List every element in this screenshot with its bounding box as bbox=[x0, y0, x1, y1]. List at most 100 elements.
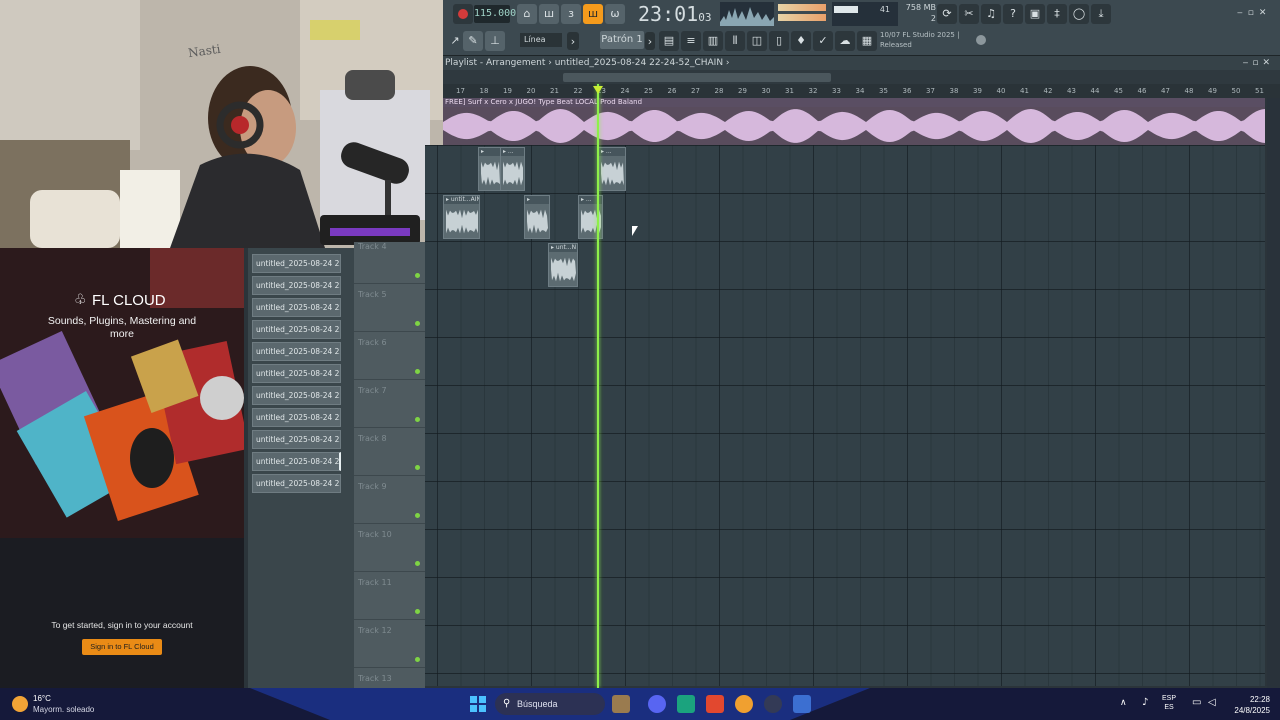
sign-in-button[interactable]: Sign in to FL Cloud bbox=[82, 639, 162, 655]
taskbar-search[interactable]: Búsqueda bbox=[495, 693, 605, 715]
browser-item[interactable]: untitled_2025-08-24 22-... bbox=[252, 430, 341, 449]
track-mute-led[interactable] bbox=[415, 273, 420, 278]
browser-item[interactable]: untitled_2025-08-24 22-... bbox=[252, 408, 341, 427]
playhead-marker-icon[interactable] bbox=[593, 86, 603, 94]
browser-item[interactable]: untitled_2025-08-24 22-... bbox=[252, 474, 341, 493]
fl-studio-icon[interactable] bbox=[735, 695, 753, 713]
app-icon-game[interactable] bbox=[612, 695, 630, 713]
browser-item[interactable]: untitled_2025-08-24 22-... bbox=[252, 364, 341, 383]
browser-item[interactable]: untitled_2025-08-24 22-... bbox=[252, 386, 341, 405]
app-icon-green[interactable] bbox=[677, 695, 695, 713]
weather-description[interactable]: Mayorm. soleado bbox=[33, 705, 94, 714]
arrow-icon[interactable]: ↗ bbox=[445, 31, 465, 51]
language-indicator[interactable]: ESP ES bbox=[1162, 694, 1176, 712]
horizontal-scrollbar[interactable] bbox=[443, 70, 1280, 84]
mic-icon[interactable]: ♫ bbox=[981, 4, 1001, 24]
store-icon[interactable]: ▦ bbox=[857, 31, 877, 51]
track-header[interactable]: Track 4 bbox=[354, 236, 425, 284]
window-controls[interactable]: ‒▫✕ bbox=[1237, 8, 1271, 18]
download-icon[interactable]: ⤓ bbox=[1091, 4, 1111, 24]
audio-clip-label[interactable]: FREE] Surf x Cero x JUGO! Type Beat LOCA… bbox=[443, 98, 1265, 107]
audio-clip[interactable]: ▸ ... bbox=[598, 147, 626, 191]
weather-icon[interactable] bbox=[12, 696, 28, 712]
browser-item[interactable]: untitled_2025-08-24 22-... bbox=[252, 276, 341, 295]
track-mute-led[interactable] bbox=[415, 417, 420, 422]
taskbar-clock[interactable]: 22:28 24/8/2025 bbox=[1224, 694, 1270, 716]
pattern-prev-icon[interactable]: › bbox=[567, 32, 579, 50]
scrollbar-thumb[interactable] bbox=[563, 73, 831, 82]
audio-clip-main[interactable] bbox=[443, 107, 1265, 145]
cloud-icon[interactable]: ☁ bbox=[835, 31, 855, 51]
playhead[interactable] bbox=[597, 84, 599, 688]
metronome-icon[interactable]: ⌂ bbox=[517, 4, 537, 24]
track-mute-led[interactable] bbox=[415, 513, 420, 518]
browser-icon[interactable]: ◫ bbox=[747, 31, 767, 51]
discord-icon[interactable] bbox=[648, 695, 666, 713]
browser-item[interactable]: untitled_2025-08-24 22-... bbox=[252, 342, 341, 361]
file-icon[interactable]: ▯ bbox=[769, 31, 789, 51]
playlist-grid[interactable] bbox=[425, 145, 1265, 686]
track-mute-led[interactable] bbox=[415, 465, 420, 470]
audio-clip[interactable]: ▸ bbox=[524, 195, 550, 239]
tempo-display[interactable]: 115.000 bbox=[474, 5, 516, 23]
browser-item[interactable]: untitled_2025-08-24 22-... bbox=[252, 254, 341, 273]
windows-start-icon[interactable] bbox=[470, 696, 486, 712]
microphone-icon[interactable]: ♪ bbox=[1142, 697, 1148, 708]
audio-clip[interactable]: ▸ untit...AIN bbox=[443, 195, 480, 239]
network-icon[interactable]: ▭ bbox=[1192, 697, 1201, 708]
tuner-icon[interactable]: ‡ bbox=[1047, 4, 1067, 24]
track-header[interactable]: Track 10 bbox=[354, 524, 425, 572]
track-header[interactable]: Track 9 bbox=[354, 476, 425, 524]
reset-icon[interactable]: ⟳ bbox=[937, 4, 957, 24]
track-mute-led[interactable] bbox=[415, 561, 420, 566]
chevron-up-icon[interactable]: ∧ bbox=[1120, 698, 1127, 708]
help-icon[interactable]: ? bbox=[1003, 4, 1023, 24]
plugin-icon[interactable]: ♦ bbox=[791, 31, 811, 51]
timeline-ruler[interactable]: 17 18 19 20 21 22 23 24 25 26 27 28 29 30 31 32 33 34 35 36… bbox=[443, 84, 1280, 98]
vertical-scrollbar[interactable] bbox=[1267, 98, 1280, 688]
track-mute-led[interactable] bbox=[415, 657, 420, 662]
playlist-icon[interactable]: ▤ bbox=[659, 31, 679, 51]
chat-icon[interactable]: ◯ bbox=[1069, 4, 1089, 24]
track-header[interactable]: Track 12 bbox=[354, 620, 425, 668]
countdown-icon[interactable]: з bbox=[561, 4, 581, 24]
stamp-icon[interactable]: ⊥ bbox=[485, 31, 505, 51]
audio-clip[interactable]: ▸ ... bbox=[500, 147, 525, 191]
globe-icon[interactable] bbox=[976, 35, 986, 45]
piano-roll-icon[interactable]: ≡ bbox=[681, 31, 701, 51]
notepad-icon[interactable] bbox=[793, 695, 811, 713]
track-mute-led[interactable] bbox=[415, 609, 420, 614]
news-hint[interactable]: 10/07 FL Studio 2025 | Released bbox=[880, 30, 976, 52]
channel-rack-icon[interactable]: ▥ bbox=[703, 31, 723, 51]
audio-clip[interactable]: ▸ bbox=[478, 147, 502, 191]
volume-icon[interactable]: ◁ bbox=[1208, 697, 1216, 708]
loop-record-icon[interactable]: ω bbox=[605, 4, 625, 24]
track-header[interactable]: Track 7 bbox=[354, 380, 425, 428]
wait-icon[interactable]: ш bbox=[539, 4, 559, 24]
track-header[interactable]: Track 5 bbox=[354, 284, 425, 332]
mixer-view-icon[interactable]: ⫴ bbox=[725, 31, 745, 51]
browser-item[interactable]: untitled_2025-08-24 22-... bbox=[252, 298, 341, 317]
playlist-window-controls[interactable]: ‒▫✕ bbox=[1243, 56, 1274, 70]
mixer-icon[interactable]: ✂ bbox=[959, 4, 979, 24]
save-icon[interactable]: ▣ bbox=[1025, 4, 1045, 24]
tools-icon[interactable]: ✓ bbox=[813, 31, 833, 51]
record-icon[interactable] bbox=[453, 4, 473, 24]
track-mute-led[interactable] bbox=[415, 369, 420, 374]
track-header[interactable]: Track 11 bbox=[354, 572, 425, 620]
track-mute-led[interactable] bbox=[415, 321, 420, 326]
weather-temperature[interactable]: 16°C bbox=[33, 694, 51, 703]
browser-item[interactable]: untitled_2025-08-24 22-... bbox=[252, 452, 341, 471]
media-player-icon[interactable] bbox=[764, 695, 782, 713]
step-edit-icon[interactable]: ш bbox=[583, 4, 603, 24]
track-header[interactable]: Track 8 bbox=[354, 428, 425, 476]
audio-clip[interactable]: ▸ unt...N bbox=[548, 243, 578, 287]
track-header[interactable]: Track 6 bbox=[354, 332, 425, 380]
brave-icon[interactable] bbox=[706, 695, 724, 713]
browser-item[interactable]: untitled_2025-08-24 22-... bbox=[252, 320, 341, 339]
snap-select[interactable]: Línea bbox=[520, 33, 562, 47]
pencil-icon[interactable]: ✎ bbox=[463, 31, 483, 51]
audio-clip[interactable]: ▸ ... bbox=[578, 195, 603, 239]
pattern-select[interactable]: Patrón 1 bbox=[600, 31, 644, 49]
breadcrumb[interactable]: untitled_2025-08-24 22-24-52_CHAIN bbox=[555, 58, 723, 68]
